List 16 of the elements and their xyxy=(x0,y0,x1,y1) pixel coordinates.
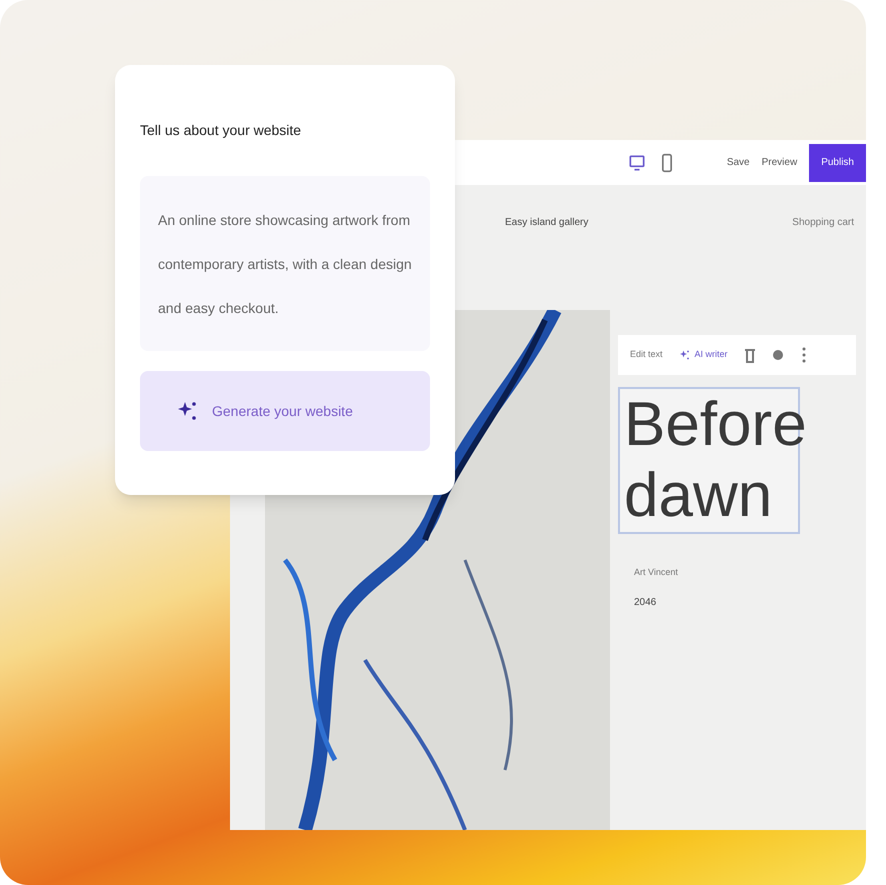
card-title: Tell us about your website xyxy=(140,121,302,140)
more-icon xyxy=(800,347,808,363)
edit-text-button[interactable]: Edit text xyxy=(630,348,663,362)
prompt-field[interactable]: An online store showcasing artwork from contemporary artists, with a clean design and easy checkout. xyxy=(140,176,430,351)
artist-name: Art Vincent xyxy=(634,566,679,579)
desktop-icon xyxy=(626,152,647,172)
publish-button[interactable]: Publish xyxy=(809,144,866,182)
generate-button[interactable]: Generate your website xyxy=(140,371,430,451)
ai-writer-button[interactable]: AI writer xyxy=(678,348,728,362)
preview-button[interactable]: Preview xyxy=(762,155,798,170)
trash-icon xyxy=(744,347,756,363)
sparkle-icon xyxy=(678,349,691,361)
artwork-year: 2046 xyxy=(634,596,658,610)
cart-link[interactable]: Shopping cart xyxy=(792,215,854,230)
save-button[interactable]: Save xyxy=(726,155,750,170)
site-name: Easy island gallery xyxy=(505,216,588,230)
